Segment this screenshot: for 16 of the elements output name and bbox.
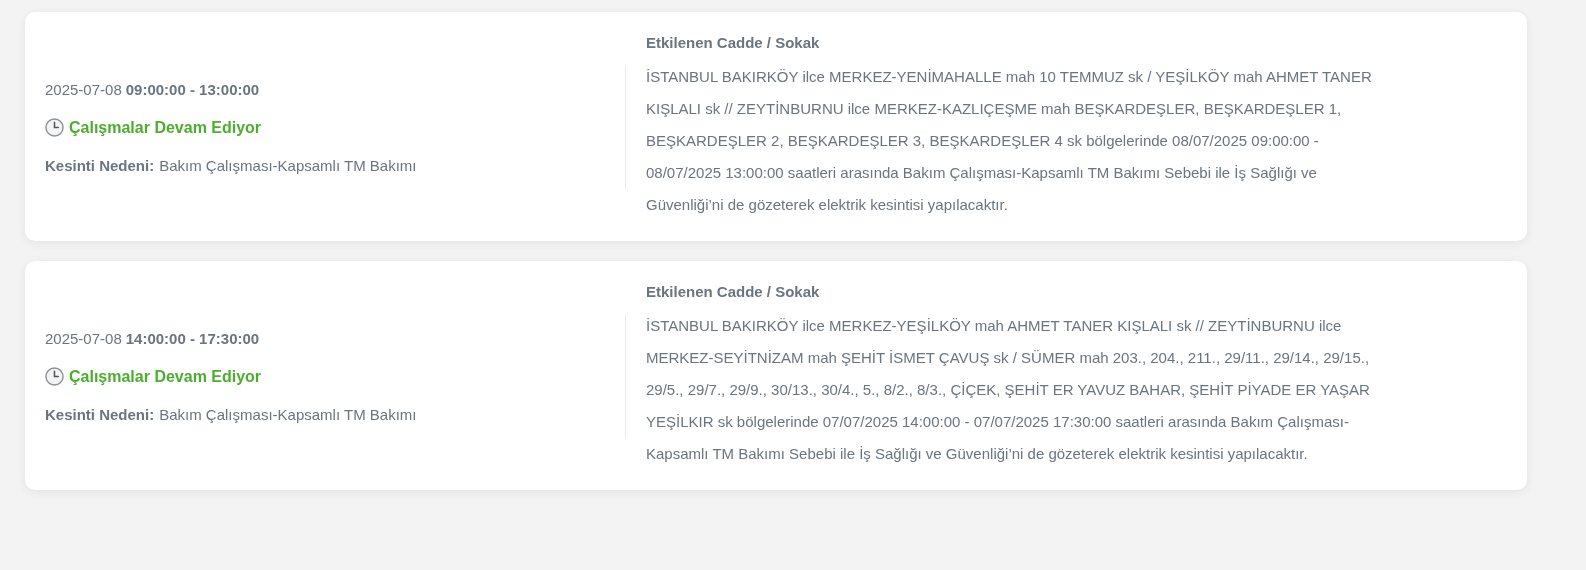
streets-description: İSTANBUL BAKIRKÖY ilce MERKEZ-YENİMAHALLE mah 10 TEMMUZ sk / YEŞİLKÖY mah AHMET TANER KIŞLALI sk // ZEYTİNBURNU ilce MERKEZ-KAZLIÇEŞME mah BEŞKARDEŞLER, BEŞKARDEŞLER 1, BEŞKARDEŞLER 2, BEŞKARDEŞLER 3, BEŞKARDEŞLER 4 sk bölgelerinde 08/07/2025 09:00:00 - 08/07/2025 13:00:00 saatleri arasında Bakım Çalışması-Kapsamlı TM Bakımı Sebebi ile İş Sağlığı ve Güvenliği’ni de gözeterek elektrik kesintisi yapılacaktır. [646,67,1373,215]
outage-time: 14:00:00 - 17:30:00 [125,330,260,347]
streets-description: İSTANBUL BAKIRKÖY ilce MERKEZ-YEŞİLKÖY mah AHMET TANER KIŞLALI sk // ZEYTİNBURNU ilce MERKEZ-SEYİTNİZAM mah ŞEHİT İSMET ÇAVUŞ sk / SÜMER mah 203., 204., 211., 29/11., 29/14., 29/15., 29/5., 29/7., 29/9., 30/13., 30/4., 5., 8/2., 8/3., ÇİÇEK, ŞEHİT ER YAVUZ BAHAR, ŞEHİT PİYADE ER YAŞAR YEŞİLKIR sk bölgelerinde 07/07/2025 14:00:00 - 07/07/2025 17:30:00 saatleri arasında Bakım Çalışması-Kapsamlı TM Bakımı Sebebi ile İş Sağlığı ve Güvenliği’ni de gözeterek elektrik kesintisi yapılacaktır. [646,316,1371,464]
status-text: Çalışmalar Devam Ediyor [69,367,262,386]
clock-icon [45,118,64,137]
reason-text: Bakım Çalışması-Kapsamlı TM Bakımı [159,406,417,423]
outage-time: 09:00:00 - 13:00:00 [125,81,260,98]
reason-label: Kesinti Nedeni: [45,406,155,423]
streets-heading: Etkilenen Cadde / Sokak [646,34,821,51]
reason-label: Kesinti Nedeni: [45,157,155,174]
streets-heading: Etkilenen Cadde / Sokak [646,283,821,300]
status-text: Çalışmalar Devam Ediyor [69,118,262,137]
outage-date: 2025-07-08 [45,330,122,347]
reason-text: Bakım Çalışması-Kapsamlı TM Bakımı [159,157,417,174]
outage-date: 2025-07-08 [45,81,122,98]
clock-icon [45,367,64,386]
